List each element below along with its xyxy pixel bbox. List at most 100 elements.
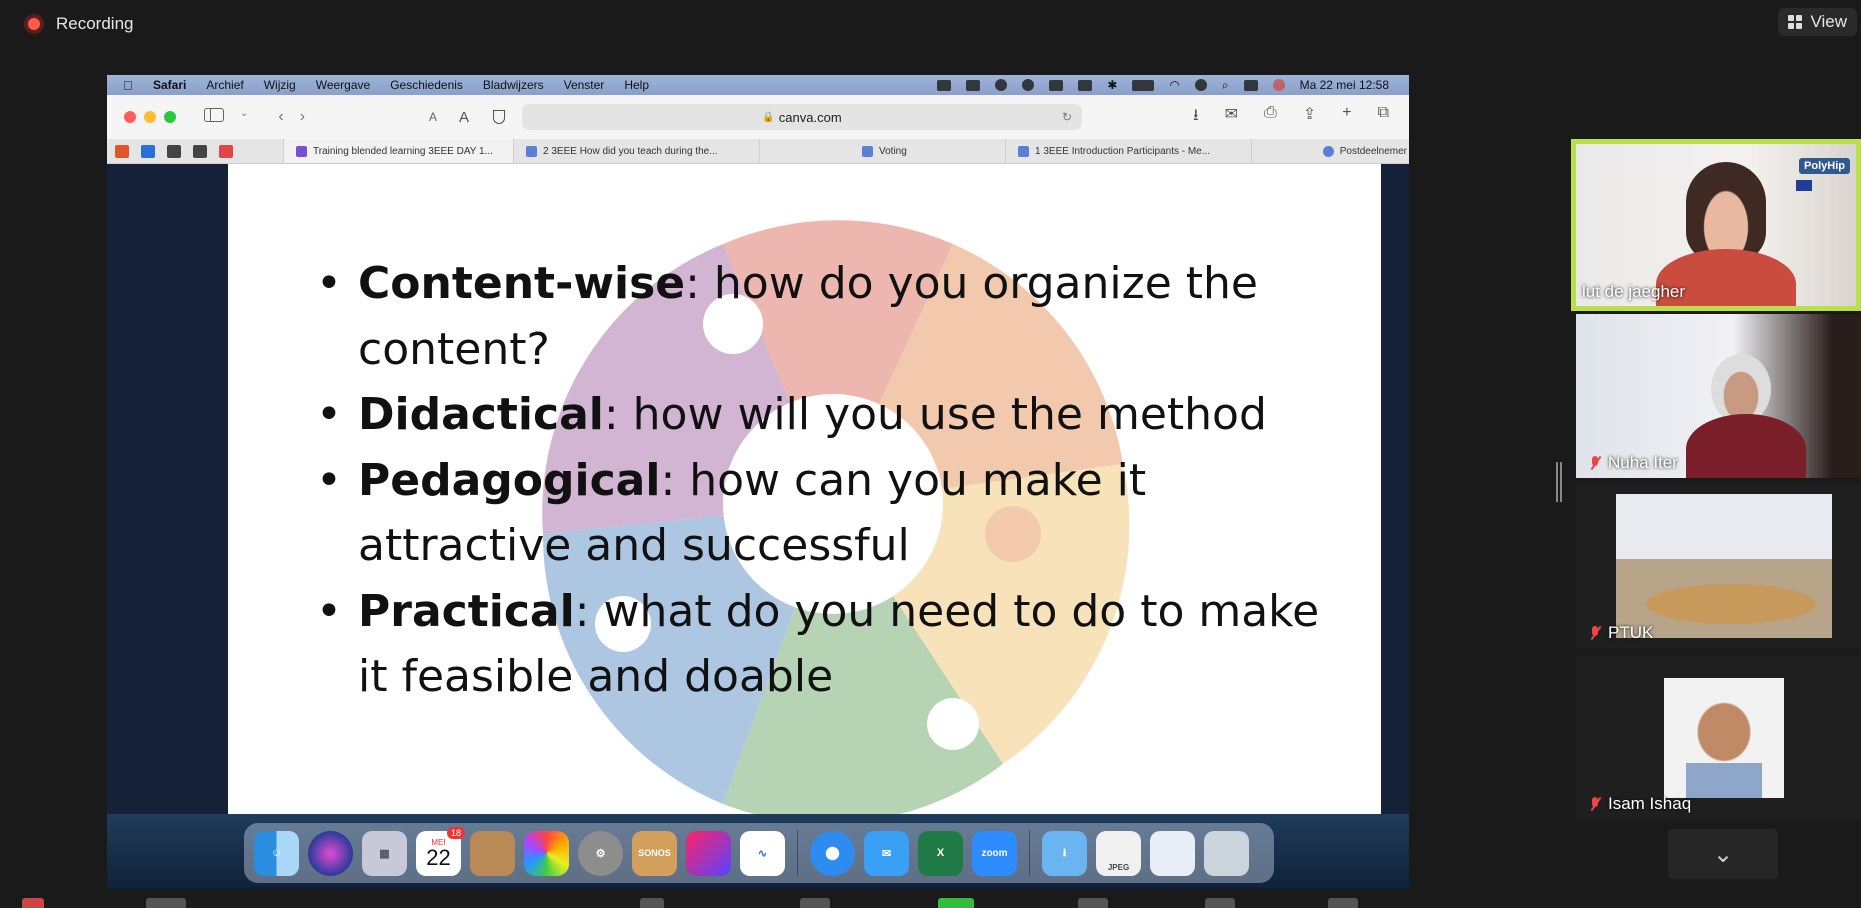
battery-icon[interactable] [1132, 79, 1155, 91]
apple-menu-icon[interactable]:  [123, 78, 137, 93]
pinned-tab-icon[interactable] [141, 144, 155, 158]
pinned-tab-icon[interactable] [115, 144, 129, 158]
zoom-toolbar-icon-partial[interactable] [22, 898, 44, 908]
zoom-toolbar-icon-partial[interactable] [146, 898, 186, 908]
bullet-text: : how will you use the method [603, 389, 1267, 440]
menubar-status-area: ✱ ◠ ⌕ Ma 22 mei 12:58 [937, 78, 1409, 93]
bluetooth-icon[interactable]: ✱ [1107, 78, 1117, 92]
tab-training[interactable]: Training blended learning 3EEE DAY 1... [283, 139, 513, 163]
sidebar-toggle-icon[interactable] [204, 108, 224, 122]
tab-label: 2 3EEE How did you teach during the... [543, 145, 718, 157]
participant-tile[interactable]: Isam Ishaq [1576, 655, 1861, 819]
zoom-toolbar-icon-partial[interactable] [640, 898, 664, 908]
mail-icon[interactable]: ✉ [864, 830, 909, 876]
tab-postdeelnemer[interactable]: Postdeelnemer [1251, 139, 1409, 163]
menu-bladwijzers[interactable]: Bladwijzers [483, 78, 544, 92]
downloads-folder-icon[interactable]: ⭳ [1042, 830, 1087, 876]
document-preview-icon[interactable] [1150, 830, 1195, 876]
zoom-toolbar-icon-partial[interactable] [800, 898, 830, 908]
forward-arrow-icon[interactable]: › [300, 108, 305, 126]
status-app-icon[interactable] [937, 79, 952, 91]
menu-archief[interactable]: Archief [206, 78, 243, 92]
mail-icon[interactable]: ✉ [1225, 104, 1238, 131]
safari-icon[interactable] [810, 830, 855, 876]
back-arrow-icon[interactable]: ‹ [278, 108, 283, 126]
bullet-term: Didactical [358, 389, 604, 440]
pinned-tab-icon[interactable] [219, 144, 233, 158]
calendar-icon[interactable]: MEI 22 18 [416, 826, 465, 876]
system-settings-icon[interactable]: ⚙ [578, 830, 623, 876]
tab-voting[interactable]: Voting [759, 139, 1005, 163]
menubar-clock[interactable]: Ma 22 mei 12:58 [1300, 78, 1389, 92]
excel-icon[interactable]: X [918, 830, 963, 876]
status-app-icon[interactable] [1022, 79, 1035, 91]
zoom-window-button[interactable] [164, 111, 176, 123]
shortcuts-icon[interactable] [686, 830, 731, 876]
spotlight-search-icon[interactable]: ⌕ [1222, 78, 1229, 93]
tab-overview-icon[interactable]: ⧉ [1378, 104, 1389, 131]
photos-icon[interactable] [524, 830, 569, 876]
privacy-shield-icon[interactable] [493, 110, 505, 124]
tab-label: Voting [879, 145, 907, 157]
zoom-toolbar-icon-partial[interactable] [1205, 898, 1235, 908]
siri-icon[interactable] [308, 830, 353, 876]
polyhip-logo: PolyHip [1799, 158, 1850, 174]
siri-icon[interactable] [1272, 79, 1285, 91]
zoom-toolbar-icon-partial[interactable] [938, 898, 974, 908]
menu-wijzig[interactable]: Wijzig [264, 78, 296, 92]
presentation-slide: Content-wise: how do you organize the co… [228, 164, 1381, 814]
recording-indicator[interactable]: Recording [24, 14, 134, 34]
pinned-favicons [107, 144, 283, 158]
calendar-day: 22 [426, 844, 451, 870]
close-window-button[interactable] [124, 111, 136, 123]
print-icon[interactable]: ⎙ [1264, 104, 1277, 131]
participant-tile-active-speaker[interactable]: PolyHip lut de jaegher [1571, 139, 1861, 311]
minimize-window-button[interactable] [144, 111, 156, 123]
pinned-tab-icon[interactable] [167, 144, 181, 158]
pinned-tab-icon[interactable] [193, 144, 207, 158]
jpeg-file-icon[interactable]: JPEG [1096, 830, 1141, 876]
trash-icon[interactable] [1204, 830, 1249, 876]
reload-icon[interactable]: ↻ [1062, 110, 1072, 124]
menu-venster[interactable]: Venster [564, 78, 605, 92]
finder-icon[interactable]: ☺ [254, 830, 299, 876]
increase-font-icon[interactable]: A [459, 109, 469, 126]
zoom-meeting-window: Recording View  Safari Archief Wijzig W… [0, 0, 1861, 908]
zoom-toolbar-icon-partial[interactable] [1078, 898, 1108, 908]
menu-geschiedenis[interactable]: Geschiedenis [390, 78, 463, 92]
sonos-label: SONOS [638, 848, 671, 858]
share-icon[interactable]: ⇪ [1303, 104, 1316, 131]
menu-weergave[interactable]: Weergave [316, 78, 370, 92]
new-tab-icon[interactable]: + [1342, 104, 1351, 131]
address-bar[interactable]: 🔒 canva.com ↻ [522, 104, 1082, 130]
launchpad-icon[interactable]: ▦ [362, 830, 407, 876]
contacts-icon[interactable] [470, 830, 515, 876]
chevron-down-icon[interactable]: ⌄ [240, 108, 248, 126]
wifi-icon[interactable]: ◠ [1169, 78, 1179, 92]
freeform-icon[interactable]: ∿ [740, 830, 785, 876]
participant-tile[interactable]: PTUK [1576, 484, 1861, 648]
menu-help[interactable]: Help [624, 78, 649, 92]
decrease-font-icon[interactable]: A [429, 110, 437, 124]
menu-app-safari[interactable]: Safari [153, 78, 186, 92]
download-icon[interactable]: ⭳ [1193, 104, 1199, 131]
zoom-icon[interactable]: zoom [972, 830, 1017, 876]
participant-head [1686, 162, 1766, 262]
participant-name: Nuha Iter [1588, 453, 1678, 473]
airdrop-icon[interactable] [995, 79, 1008, 91]
view-button[interactable]: View [1778, 8, 1857, 36]
eu-flag-icon [1796, 180, 1812, 191]
tab-how-did-you-teach[interactable]: 2 3EEE How did you teach during the... [513, 139, 759, 163]
status-app-icon[interactable] [1078, 79, 1093, 91]
status-app-icon[interactable] [966, 79, 981, 91]
zoom-toolbar-icon-partial[interactable] [1328, 898, 1358, 908]
control-center-icon[interactable] [1243, 79, 1258, 91]
status-app-icon[interactable] [1049, 79, 1064, 91]
panel-resize-handle[interactable] [1556, 462, 1562, 502]
participant-tile[interactable]: Nuha Iter [1576, 314, 1861, 478]
clock-icon[interactable] [1194, 79, 1207, 91]
tab-label: Training blended learning 3EEE DAY 1... [313, 145, 493, 157]
sonos-icon[interactable]: SONOS [632, 830, 677, 876]
tab-introduction-participants[interactable]: 1 3EEE Introduction Participants - Me... [1005, 139, 1251, 163]
scroll-down-button[interactable]: ⌄ [1668, 829, 1778, 879]
